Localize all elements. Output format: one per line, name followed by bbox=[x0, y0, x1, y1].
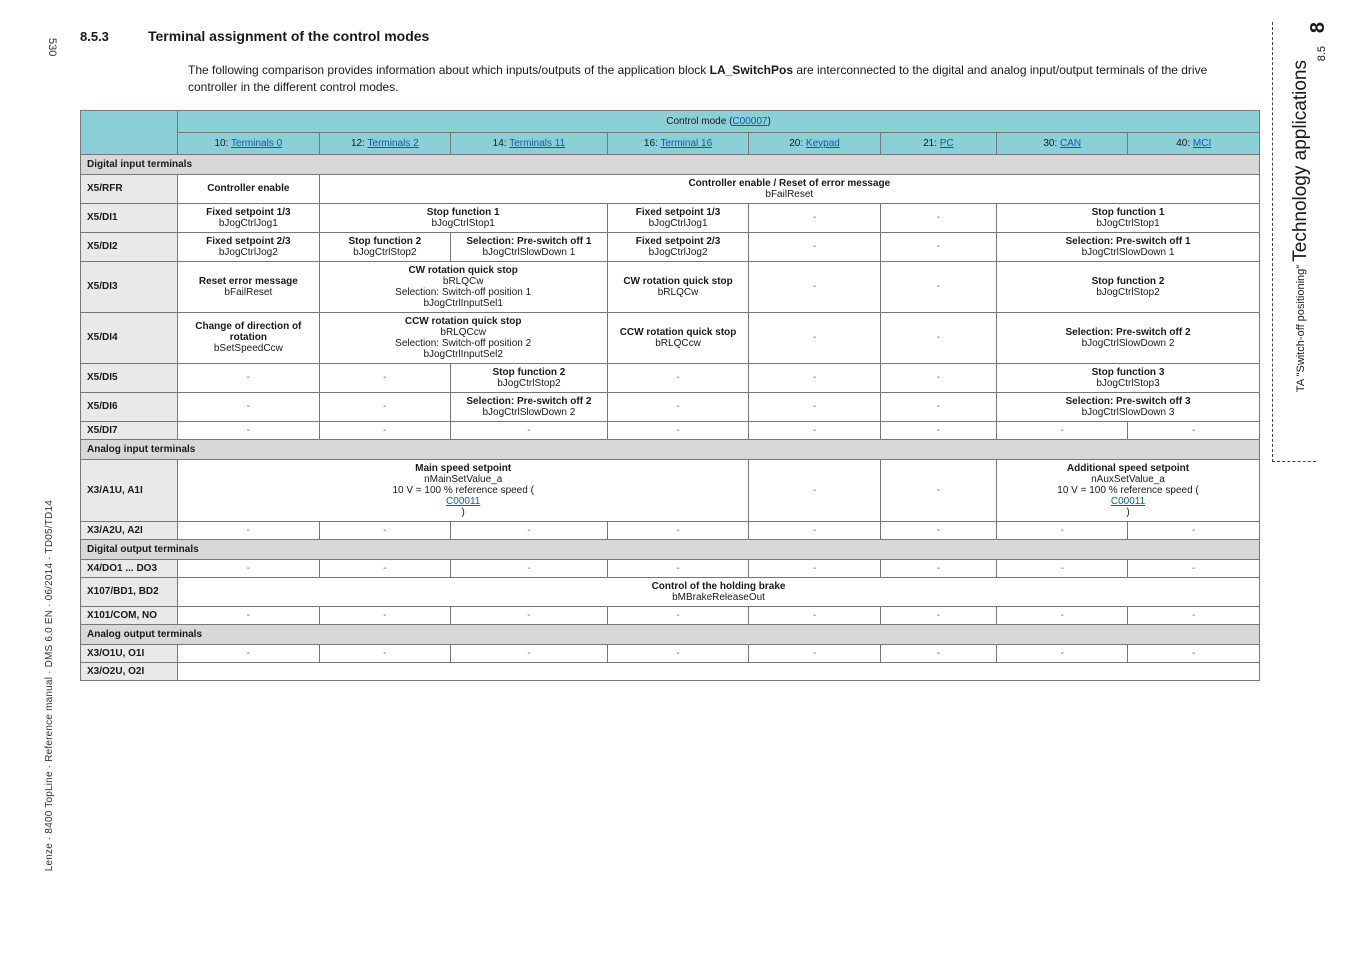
section-analog-output: Analog output terminals bbox=[81, 624, 1260, 644]
col-num: 14: bbox=[493, 138, 507, 149]
table-header-cols: 10: Terminals 0 12: Terminals 2 14: Term… bbox=[81, 132, 1260, 154]
table-row: X4/DO1 ... DO3 --- --- -- bbox=[81, 559, 1260, 577]
col-link[interactable]: Keypad bbox=[806, 138, 840, 149]
col-link[interactable]: Terminals 0 bbox=[231, 138, 282, 149]
row-label: X3/A1U, A1I bbox=[81, 459, 178, 521]
section-label: Digital output terminals bbox=[81, 539, 1260, 559]
table-row: X3/A2U, A2I --- --- -- bbox=[81, 521, 1260, 539]
heading-title: Terminal assignment of the control modes bbox=[148, 28, 429, 44]
row-label: X5/DI1 bbox=[81, 203, 178, 232]
section-label: Analog output terminals bbox=[81, 624, 1260, 644]
ref-link[interactable]: C00011 bbox=[1003, 496, 1253, 507]
section-digital-output: Digital output terminals bbox=[81, 539, 1260, 559]
col-link[interactable]: PC bbox=[940, 138, 954, 149]
row-label: X5/DI4 bbox=[81, 312, 178, 363]
intro-paragraph: The following comparison provides inform… bbox=[188, 62, 1238, 96]
row-label: X107/BD1, BD2 bbox=[81, 577, 178, 606]
row-label: X5/DI7 bbox=[81, 421, 178, 439]
row-label: X3/O2U, O2I bbox=[81, 662, 178, 680]
control-mode-header: Control mode (C00007) bbox=[178, 110, 1260, 132]
intro-bold: LA_SwitchPos bbox=[710, 63, 793, 77]
heading-number: 8.5.3 bbox=[80, 29, 109, 44]
row-label: X4/DO1 ... DO3 bbox=[81, 559, 178, 577]
col-num: 30: bbox=[1043, 138, 1057, 149]
col-link[interactable]: Terminals 11 bbox=[509, 138, 565, 149]
mode-table: Control mode (C00007) 10: Terminals 0 12… bbox=[80, 110, 1260, 681]
col-num: 12: bbox=[351, 138, 365, 149]
row-label: X5/DI5 bbox=[81, 363, 178, 392]
col-link[interactable]: CAN bbox=[1060, 138, 1081, 149]
row-label: X5/DI2 bbox=[81, 232, 178, 261]
row-label: X5/DI6 bbox=[81, 392, 178, 421]
chapter-number: 8 bbox=[1307, 22, 1330, 33]
table-row: X3/A1U, A1I Main speed setpointnMainSetV… bbox=[81, 459, 1260, 521]
table-row: X5/DI2 Fixed setpoint 2/3bJogCtrlJog2 St… bbox=[81, 232, 1260, 261]
right-subtitle: TA "Switch-off positioning" bbox=[1295, 265, 1307, 392]
col-num: 16: bbox=[644, 138, 658, 149]
col-num: 10: bbox=[215, 138, 229, 149]
right-title: Technology applications bbox=[1290, 60, 1311, 262]
table-row: X3/O2U, O2I bbox=[81, 662, 1260, 680]
table-row: X5/DI6 - - Selection: Pre-switch off 2bJ… bbox=[81, 392, 1260, 421]
control-mode-label: Control mode ( bbox=[666, 116, 732, 127]
section-label: Digital input terminals bbox=[81, 154, 1260, 174]
row-label: X3/A2U, A2I bbox=[81, 521, 178, 539]
section-digital-input: Digital input terminals bbox=[81, 154, 1260, 174]
main-content: 8.5.3 Terminal assignment of the control… bbox=[80, 28, 1260, 681]
col-num: 20: bbox=[789, 138, 803, 149]
table-row: X5/DI3 Reset error messagebFailReset CW … bbox=[81, 261, 1260, 312]
col-link[interactable]: Terminal 16 bbox=[660, 138, 712, 149]
section-analog-input: Analog input terminals bbox=[81, 439, 1260, 459]
table-row: X5/DI7 --- --- -- bbox=[81, 421, 1260, 439]
ref-link[interactable]: C00011 bbox=[184, 496, 742, 507]
page-footer: Lenze · 8400 TopLine · Reference manual … bbox=[44, 500, 55, 871]
col-link[interactable]: Terminals 2 bbox=[368, 138, 419, 149]
row-label: X5/DI3 bbox=[81, 261, 178, 312]
page-number-left: 530 bbox=[46, 38, 58, 56]
control-mode-link[interactable]: C00007 bbox=[732, 116, 767, 127]
row-label: X101/COM, NO bbox=[81, 606, 178, 624]
row-label: X5/RFR bbox=[81, 174, 178, 203]
table-row: X101/COM, NO --- --- -- bbox=[81, 606, 1260, 624]
table-row: X107/BD1, BD2 Control of the holding bra… bbox=[81, 577, 1260, 606]
table-row: X5/DI1 Fixed setpoint 1/3bJogCtrlJog1 St… bbox=[81, 203, 1260, 232]
table-row: X3/O1U, O1I --- --- -- bbox=[81, 644, 1260, 662]
table-row: X5/RFR Controller enable Controller enab… bbox=[81, 174, 1260, 203]
section-heading: 8.5.3 Terminal assignment of the control… bbox=[80, 28, 1260, 44]
section-label: Analog input terminals bbox=[81, 439, 1260, 459]
table-row: X5/DI4 Change of direction of rotationbS… bbox=[81, 312, 1260, 363]
section-number-right: 8.5 bbox=[1316, 46, 1328, 61]
right-heading-block: TA "Switch-off positioning" Technology a… bbox=[1289, 60, 1314, 392]
col-link[interactable]: MCI bbox=[1193, 138, 1211, 149]
col-num: 21: bbox=[923, 138, 937, 149]
table-row: X5/DI5 - - Stop function 2bJogCtrlStop2 … bbox=[81, 363, 1260, 392]
row-label: X3/O1U, O1I bbox=[81, 644, 178, 662]
table-header-top: Control mode (C00007) bbox=[81, 110, 1260, 132]
col-num: 40: bbox=[1176, 138, 1190, 149]
